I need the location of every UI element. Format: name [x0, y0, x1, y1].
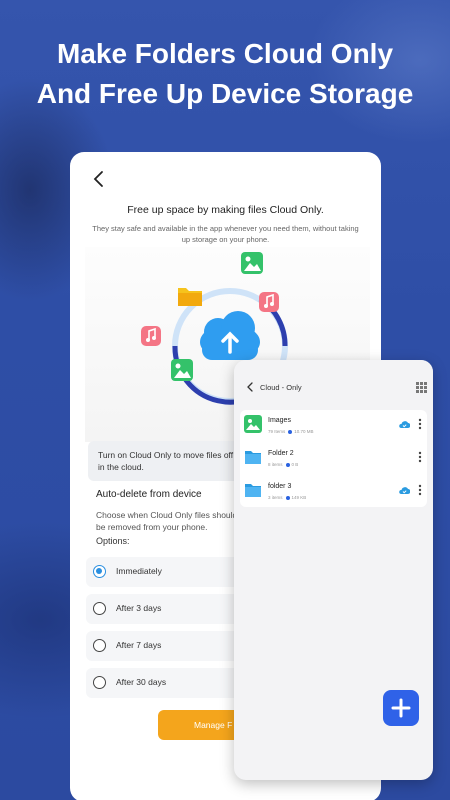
- radio-button[interactable]: [93, 602, 106, 615]
- file-name: Folder 2: [268, 450, 294, 457]
- auto-delete-title: Auto-delete from device: [96, 489, 202, 500]
- file-meta: 79 Items 10.70 MB: [268, 429, 314, 434]
- folder-badge-icon: [178, 288, 202, 306]
- folder-icon: [245, 451, 261, 464]
- cloud-synced-icon: [399, 487, 410, 494]
- folder-icon: [245, 484, 261, 497]
- music-badge-icon: [141, 326, 161, 346]
- cloud-only-folder-screen: Cloud - Only Images 79 Items 10.70 MB Fo…: [234, 360, 433, 780]
- screen-title: Cloud - Only: [260, 383, 302, 392]
- option-label: After 7 days: [116, 640, 162, 650]
- file-name: folder 3: [268, 483, 292, 490]
- page-title: Free up space by making files Cloud Only…: [127, 204, 324, 216]
- option-label: After 30 days: [116, 677, 167, 687]
- headline-line-2: And Free Up Device Storage: [36, 78, 414, 109]
- file-meta: 3 items 149 KB: [268, 495, 307, 500]
- more-options-icon[interactable]: [417, 450, 423, 464]
- grid-view-icon[interactable]: [416, 382, 427, 393]
- file-row-folder-3[interactable]: folder 3 3 items 149 KB: [240, 476, 427, 508]
- options-label: Options:: [96, 536, 130, 546]
- radio-button[interactable]: [93, 639, 106, 652]
- auto-delete-description: Choose when Cloud Only files should be r…: [96, 510, 238, 532]
- file-meta: 8 items 0 B: [268, 462, 299, 467]
- music-badge-icon: [259, 292, 279, 312]
- more-options-icon[interactable]: [417, 483, 423, 497]
- headline: Make Folders Cloud Only And Free Up Devi…: [0, 34, 450, 114]
- back-arrow-icon[interactable]: [246, 382, 254, 392]
- back-arrow-icon[interactable]: [92, 170, 106, 188]
- headline-line-1: Make Folders Cloud Only: [56, 38, 394, 69]
- plus-icon: [391, 698, 411, 718]
- file-name: Images: [268, 417, 291, 424]
- option-label: Immediately: [116, 566, 162, 576]
- add-button[interactable]: [383, 690, 419, 726]
- cloud-upload-icon: [200, 311, 260, 360]
- file-row-folder-2[interactable]: Folder 2 8 items 0 B: [240, 443, 427, 475]
- image-file-icon: [244, 415, 262, 433]
- radio-button[interactable]: [93, 565, 106, 578]
- file-row-images[interactable]: Images 79 Items 10.70 MB: [240, 410, 427, 442]
- cloud-synced-icon: [399, 421, 410, 428]
- file-list: Images 79 Items 10.70 MB Folder 2 8 items…: [240, 410, 427, 507]
- image-badge-icon: [171, 359, 193, 381]
- radio-button[interactable]: [93, 676, 106, 689]
- option-label: After 3 days: [116, 603, 162, 613]
- page-subtitle: They stay safe and available in the app …: [92, 224, 359, 244]
- image-badge-icon: [241, 252, 263, 274]
- more-options-icon[interactable]: [417, 417, 423, 431]
